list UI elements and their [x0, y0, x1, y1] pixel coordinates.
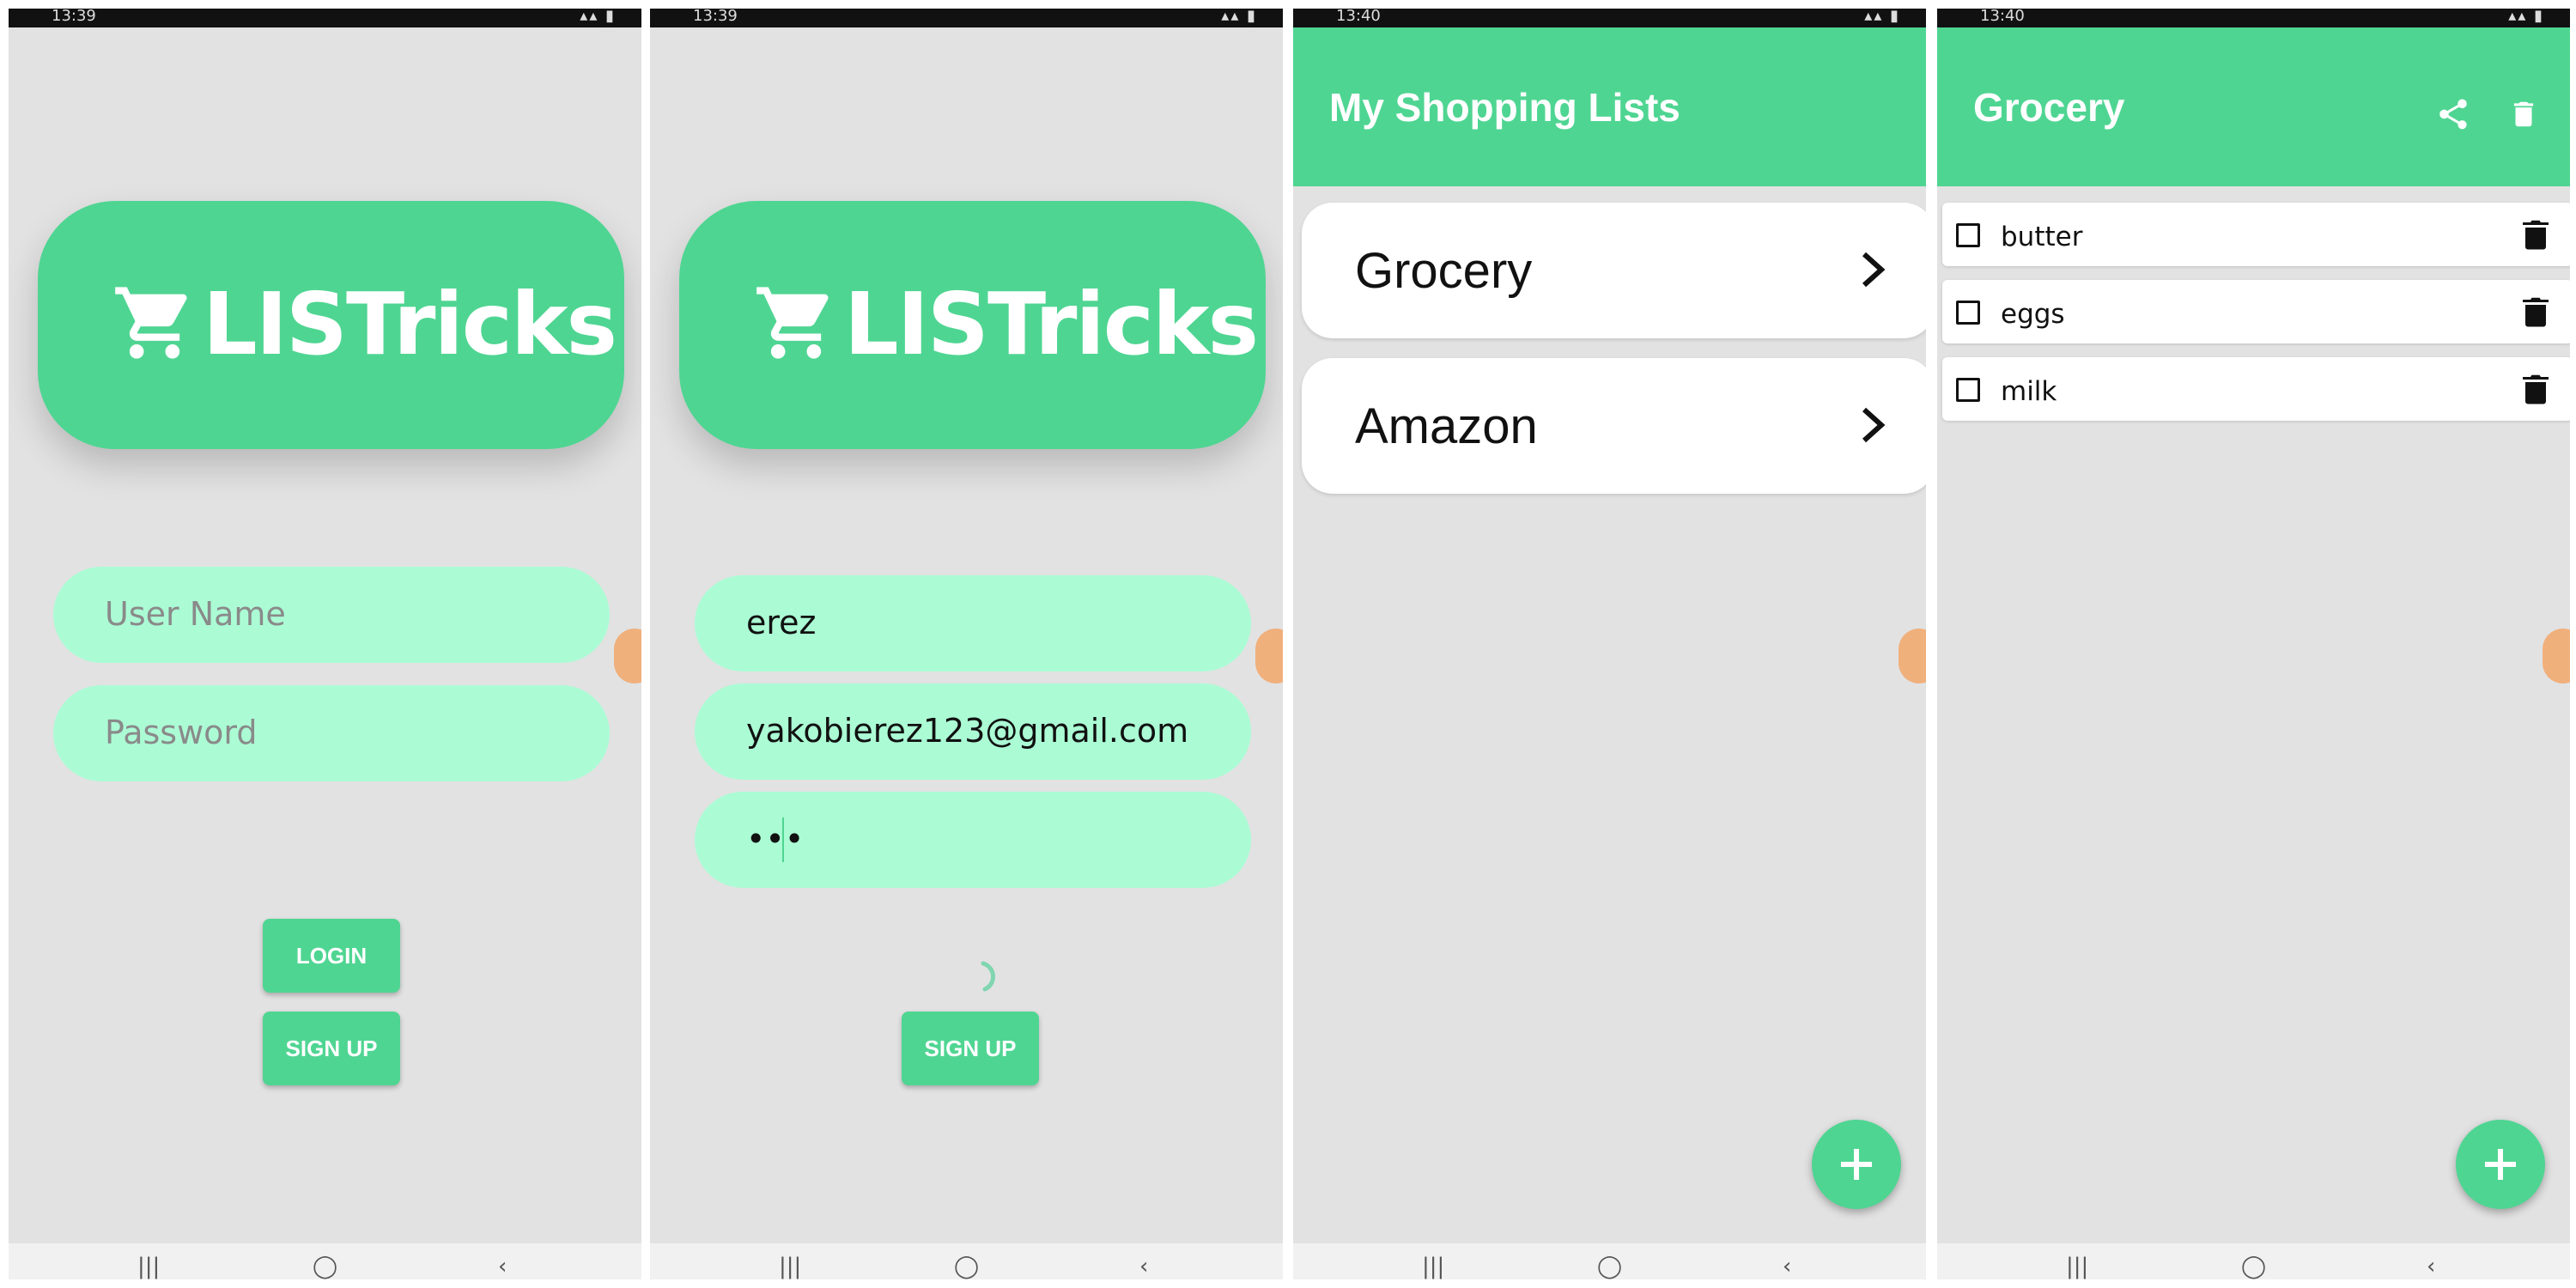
recents-button[interactable]: |||	[1422, 1254, 1444, 1279]
add-item-button[interactable]	[2456, 1120, 2545, 1209]
app-name: LISTricks	[844, 274, 1259, 374]
chevron-right-icon	[1862, 252, 1886, 288]
item-label: eggs	[2001, 299, 2065, 330]
username-value: erez	[746, 604, 817, 641]
home-button[interactable]: ◯	[2241, 1254, 2266, 1279]
cart-icon	[115, 287, 187, 359]
list-item: eggs	[1942, 280, 2570, 343]
item-checkbox[interactable]	[1956, 378, 1980, 402]
username-field[interactable]: erez	[695, 575, 1251, 671]
page-title: Grocery	[1973, 85, 2125, 130]
home-button[interactable]: ◯	[954, 1254, 979, 1279]
loading-spinner	[981, 961, 995, 992]
password-field[interactable]: •••	[695, 792, 1251, 888]
app-logo: LISTricks	[679, 201, 1266, 449]
back-button[interactable]: ‹	[498, 1254, 507, 1279]
list-item: butter	[1942, 203, 2570, 266]
system-nav-bar: ||| ◯ ‹	[9, 1243, 641, 1279]
status-bar: 13:39 ▴▴ ▮	[650, 9, 1283, 27]
username-placeholder: User Name	[105, 595, 286, 633]
trash-icon[interactable]	[2523, 220, 2549, 251]
delete-list-icon[interactable]	[2507, 96, 2540, 132]
home-button[interactable]: ◯	[1597, 1254, 1622, 1279]
app-logo: LISTricks	[38, 201, 624, 449]
back-button[interactable]: ‹	[2427, 1254, 2435, 1279]
trash-icon[interactable]	[2523, 297, 2549, 328]
status-icons: ▴▴ ▮	[580, 9, 616, 25]
chevron-right-icon	[1862, 407, 1886, 443]
list-item: milk	[1942, 357, 2570, 421]
list-card-label: Amazon	[1355, 398, 1538, 454]
share-icon[interactable]	[2435, 96, 2471, 132]
list-card-grocery[interactable]: Grocery	[1302, 203, 1926, 338]
status-icons: ▴▴ ▮	[1864, 9, 1900, 25]
item-checkbox[interactable]	[1956, 223, 1980, 247]
status-icons: ▴▴ ▮	[1221, 9, 1257, 25]
system-nav-bar: ||| ◯ ‹	[650, 1243, 1283, 1279]
back-button[interactable]: ‹	[1139, 1254, 1148, 1279]
recents-button[interactable]: |||	[137, 1254, 160, 1279]
app-bar: My Shopping Lists	[1293, 27, 1926, 186]
floating-bubble[interactable]	[1899, 629, 1926, 683]
back-button[interactable]: ‹	[1783, 1254, 1791, 1279]
status-bar: 13:39 ▴▴ ▮	[9, 9, 641, 27]
recents-button[interactable]: |||	[2066, 1254, 2088, 1279]
password-field[interactable]: Password	[53, 685, 610, 781]
password-value: •••	[746, 820, 805, 858]
signup-button[interactable]: SIGN UP	[902, 1012, 1039, 1085]
floating-bubble[interactable]	[614, 629, 641, 683]
plus-icon	[1841, 1149, 1872, 1180]
list-card-amazon[interactable]: Amazon	[1302, 358, 1926, 494]
status-bar: 13:40 ▴▴ ▮	[1937, 9, 2570, 27]
floating-bubble[interactable]	[1255, 629, 1283, 683]
lists-screen: 13:40 ▴▴ ▮ My Shopping Lists Grocery Ama…	[1293, 9, 1926, 1279]
app-name: LISTricks	[203, 274, 617, 374]
cart-icon	[756, 287, 829, 359]
page-title: My Shopping Lists	[1329, 85, 1680, 130]
plus-icon	[2485, 1149, 2516, 1180]
floating-bubble[interactable]	[2543, 629, 2570, 683]
email-value: yakobierez123@gmail.com	[746, 712, 1189, 750]
signup-screen: 13:39 ▴▴ ▮ LISTricks erez yakobierez123@…	[650, 9, 1283, 1279]
app-bar: Grocery	[1937, 27, 2570, 186]
status-time: 13:39	[52, 9, 96, 25]
email-field[interactable]: yakobierez123@gmail.com	[695, 683, 1251, 780]
text-cursor	[782, 817, 784, 862]
add-list-button[interactable]	[1812, 1120, 1901, 1209]
password-placeholder: Password	[105, 714, 258, 751]
trash-icon[interactable]	[2523, 374, 2549, 405]
grocery-screen: 13:40 ▴▴ ▮ Grocery butter eggs milk ||| …	[1937, 9, 2570, 1279]
status-time: 13:39	[693, 9, 738, 25]
system-nav-bar: ||| ◯ ‹	[1937, 1243, 2570, 1279]
status-time: 13:40	[1980, 9, 2025, 25]
status-icons: ▴▴ ▮	[2508, 9, 2544, 25]
item-label: butter	[2001, 222, 2083, 252]
home-button[interactable]: ◯	[313, 1254, 337, 1279]
item-label: milk	[2001, 376, 2057, 407]
status-bar: 13:40 ▴▴ ▮	[1293, 9, 1926, 27]
login-button[interactable]: LOGIN	[263, 919, 400, 993]
status-time: 13:40	[1336, 9, 1381, 25]
login-screen: 13:39 ▴▴ ▮ LISTricks User Name Password …	[9, 9, 641, 1279]
list-card-label: Grocery	[1355, 243, 1533, 299]
system-nav-bar: ||| ◯ ‹	[1293, 1243, 1926, 1279]
item-checkbox[interactable]	[1956, 301, 1980, 325]
signup-button[interactable]: SIGN UP	[263, 1012, 400, 1085]
recents-button[interactable]: |||	[779, 1254, 801, 1279]
username-field[interactable]: User Name	[53, 567, 610, 663]
